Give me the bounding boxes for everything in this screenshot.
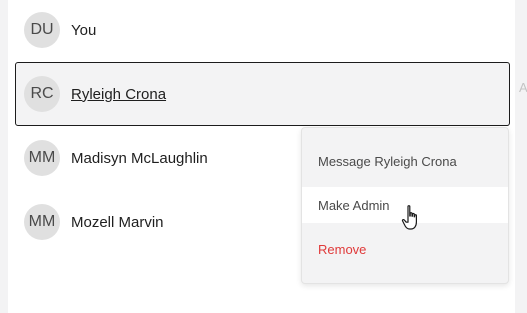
member-row-you[interactable]: DU You <box>16 0 507 62</box>
avatar: MM <box>24 140 60 176</box>
menu-item-remove[interactable]: Remove <box>302 231 508 267</box>
member-name: Madisyn McLaughlin <box>71 149 208 167</box>
member-name: Mozell Marvin <box>71 213 164 231</box>
hand-pointer-icon <box>401 205 417 230</box>
member-name-link[interactable]: Ryleigh Crona <box>71 86 166 103</box>
avatar: RC <box>24 76 60 112</box>
member-row-ryleigh-crona[interactable]: RC Ryleigh Crona <box>15 62 510 126</box>
menu-item-message[interactable]: Message Ryleigh Crona <box>302 143 508 179</box>
member-name: You <box>71 21 97 39</box>
clipped-text: A <box>519 80 527 95</box>
avatar: DU <box>24 12 60 48</box>
avatar: MM <box>24 204 60 240</box>
